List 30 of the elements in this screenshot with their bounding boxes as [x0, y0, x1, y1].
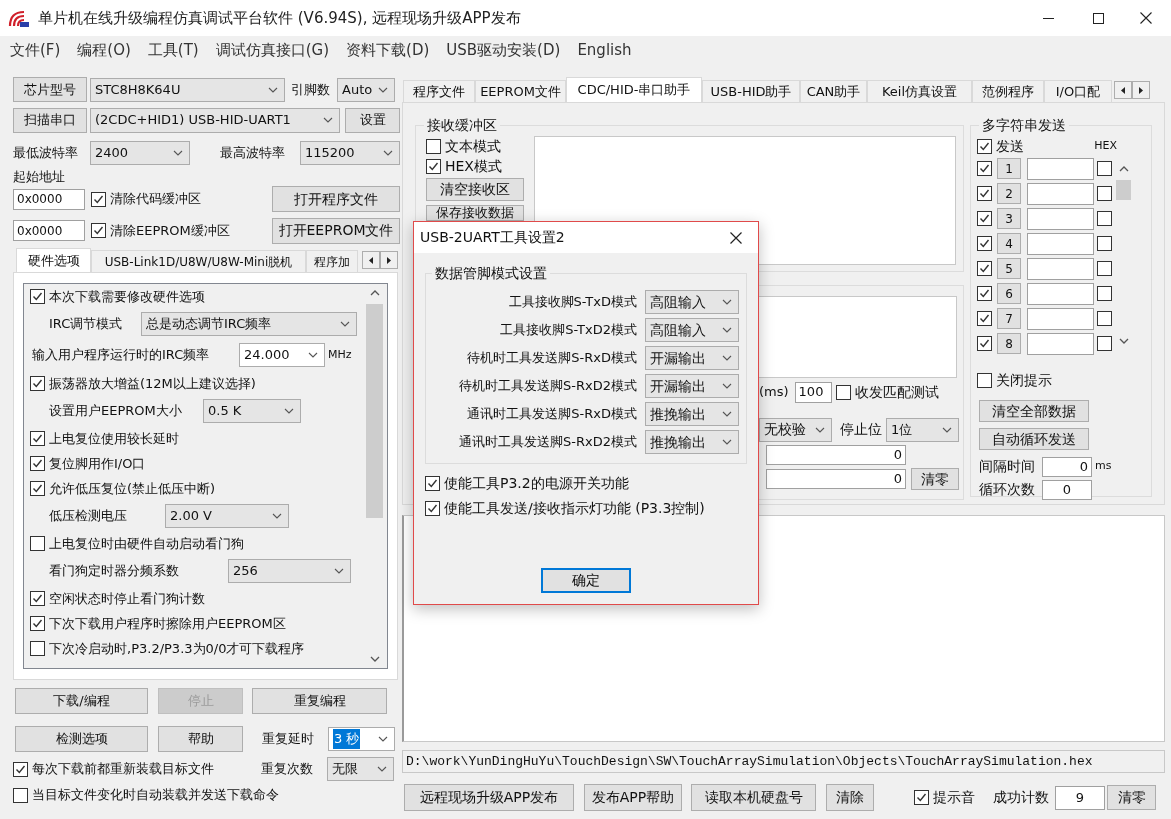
pin-mode-label: 工具接收脚S-TxD2模式 [500, 321, 637, 340]
option-label: 输入用户程序运行时的IRC频率 [32, 346, 211, 365]
window-title: 单片机在线升级编程仿真调试平台软件 (V6.94S), 远程现场升级APP发布 [38, 7, 521, 29]
group-title: 数据管脚模式设置 [434, 264, 548, 283]
unit-label: MHz [328, 346, 352, 363]
group-title: 多字符串发送 [981, 116, 1067, 135]
pin-mode-label: 通讯时工具发送脚S-RxD模式 [467, 405, 637, 424]
start-address-label: 起始地址 [13, 168, 65, 186]
period-unit-label: (ms) [759, 383, 789, 402]
option-label: 设置用户EEPROM大小 [49, 402, 183, 421]
group-title: 接收缓冲区 [426, 116, 498, 135]
repeat-count-label: 重复次数 [261, 760, 314, 779]
success-count-label: 成功计数 [993, 788, 1050, 807]
interval-unit-label: ms [1095, 458, 1112, 475]
option-label: IRC调节模式 [49, 315, 124, 334]
pin-mode-label: 待机时工具发送脚S-RxD2模式 [459, 377, 637, 396]
pin-mode-label: 待机时工具发送脚S-RxD模式 [467, 349, 637, 368]
pin-mode-label: 通讯时工具发送脚S-RxD2模式 [459, 433, 637, 452]
min-baud-label: 最低波特率 [13, 143, 79, 162]
hex-column-label: HEX [1094, 137, 1117, 154]
stop-bits-label: 停止位 [840, 420, 883, 439]
loop-count-label: 循环次数 [979, 480, 1036, 499]
dialog-title: USB-2UART工具设置2 [419, 228, 565, 247]
option-label: 低压检测电压 [49, 507, 128, 526]
interval-label: 间隔时间 [979, 457, 1036, 476]
option-label: 看门狗定时器分频系数 [49, 562, 180, 581]
max-baud-label: 最高波特率 [220, 143, 286, 162]
repeat-delay-label: 重复延时 [262, 730, 315, 749]
pin-count-label: 引脚数 [291, 80, 331, 99]
pin-mode-label: 工具接收脚S-TxD模式 [508, 293, 637, 312]
